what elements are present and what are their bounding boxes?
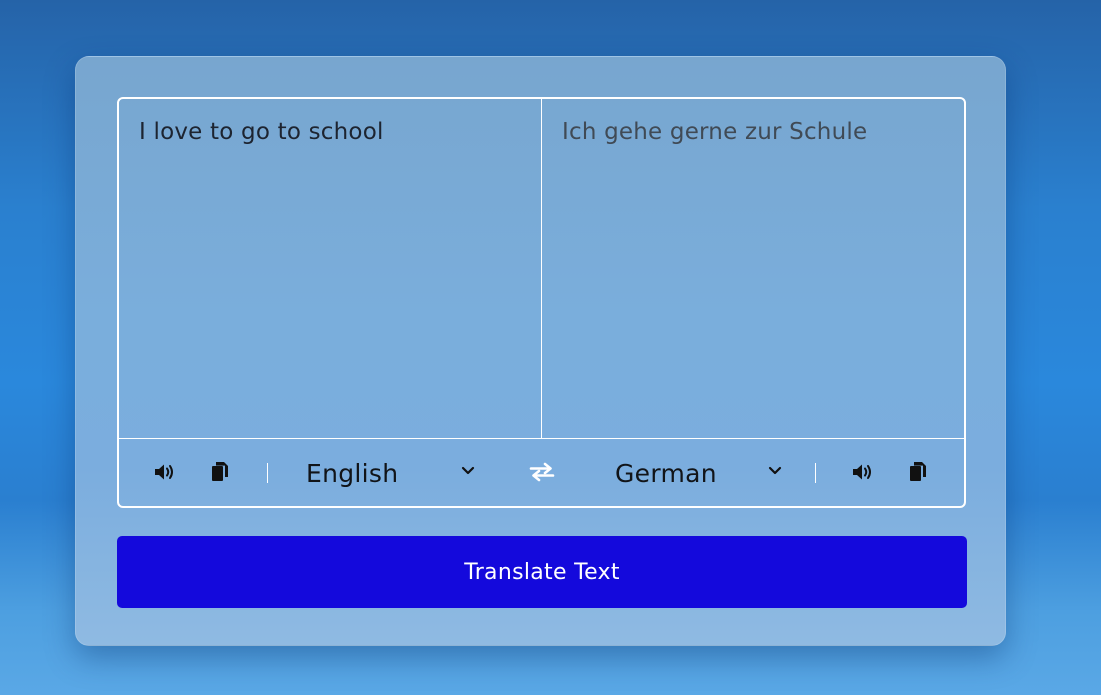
target-language-label: German — [615, 458, 717, 488]
chevron-down-icon — [461, 466, 475, 475]
divider — [267, 463, 268, 483]
translator-card: I love to go to school Ich gehe gerne zu… — [75, 56, 1006, 646]
translate-button-label: Translate Text — [464, 559, 620, 585]
swap-arrows-icon — [529, 462, 555, 482]
swap-languages-button[interactable] — [528, 461, 556, 483]
target-text-output[interactable]: Ich gehe gerne zur Schule — [542, 99, 964, 438]
source-speak-button[interactable] — [152, 461, 178, 483]
source-text-input[interactable]: I love to go to school — [119, 99, 542, 438]
source-language-select[interactable]: English — [306, 453, 478, 493]
divider — [815, 463, 816, 483]
target-copy-button[interactable] — [908, 460, 928, 484]
controls-bar: English German — [119, 438, 964, 506]
target-language-select[interactable]: German — [615, 453, 787, 493]
speaker-icon — [853, 464, 871, 480]
target-text: Ich gehe gerne zur Schule — [562, 119, 868, 145]
chevron-down-icon — [768, 466, 782, 475]
translate-button[interactable]: Translate Text — [117, 536, 967, 608]
copy-icon — [212, 462, 228, 481]
speaker-icon — [155, 464, 173, 480]
translation-panel: I love to go to school Ich gehe gerne zu… — [117, 97, 966, 508]
source-text: I love to go to school — [139, 119, 384, 145]
source-language-label: English — [306, 458, 399, 488]
target-speak-button[interactable] — [850, 461, 876, 483]
source-copy-button[interactable] — [210, 460, 230, 484]
copy-icon — [910, 462, 926, 481]
